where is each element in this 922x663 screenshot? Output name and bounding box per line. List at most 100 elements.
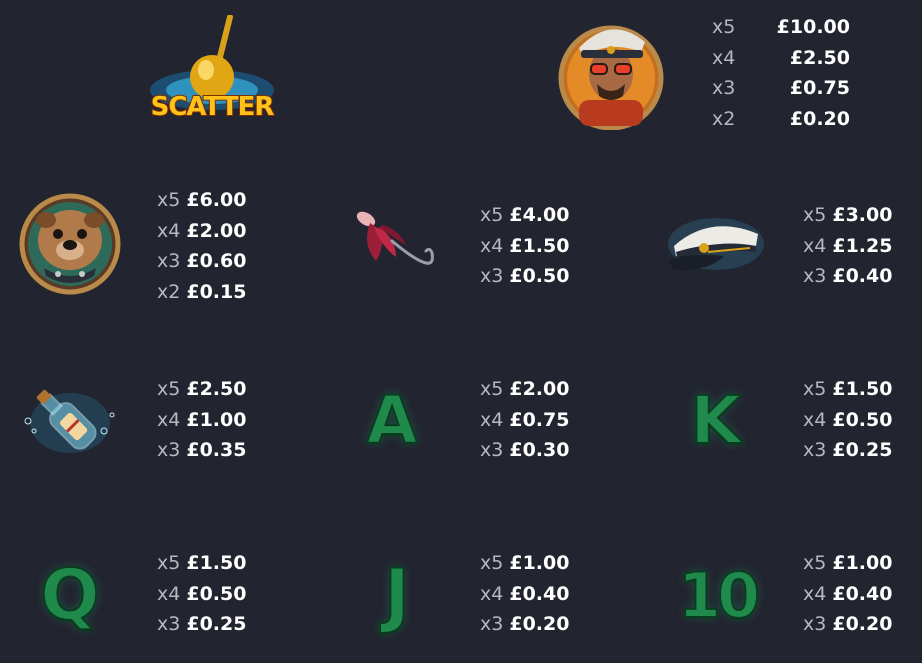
pay-row: x4 £1.25 xyxy=(803,231,892,262)
payout: £0.20 xyxy=(509,613,570,635)
payout: £0.60 xyxy=(186,250,247,272)
multiplier: x5 xyxy=(157,189,181,211)
pay-row: x5 £1.00 xyxy=(803,548,892,579)
pay-row: x4 £0.75 xyxy=(480,405,569,436)
ten-paytable: x5 £1.00 x4 £0.40 x3 £0.20 xyxy=(803,548,892,640)
multiplier: x5 xyxy=(803,378,827,400)
payout: £0.35 xyxy=(186,439,247,461)
captain-hat-icon xyxy=(668,218,764,271)
bottle-symbol xyxy=(20,375,122,465)
pay-row: x3 £0.25 xyxy=(803,435,892,466)
payout: £1.00 xyxy=(832,552,893,574)
pay-row: x3 £0.30 xyxy=(480,435,569,466)
pay-row: x4 £0.50 xyxy=(803,405,892,436)
payout: £0.25 xyxy=(186,613,247,635)
multiplier: x4 xyxy=(157,219,181,242)
multiplier: x4 xyxy=(480,582,504,605)
pay-row: x5 £1.50 xyxy=(157,548,246,579)
pay-row: x2 £0.20 xyxy=(712,104,850,135)
multiplier: x4 xyxy=(803,408,827,431)
multiplier: x5 xyxy=(480,552,504,574)
payout: £4.00 xyxy=(509,204,570,226)
letter-q-symbol: Q xyxy=(39,553,101,637)
payout: £0.25 xyxy=(832,439,893,461)
multiplier: x5 xyxy=(803,204,827,226)
pay-row: x5 £10.00 xyxy=(712,12,850,43)
payout: £2.00 xyxy=(509,378,570,400)
pay-row: x4 £2.50 xyxy=(712,43,850,74)
payout: £2.50 xyxy=(186,378,247,400)
pay-row: x3 £0.60 xyxy=(157,246,246,277)
payout: £1.50 xyxy=(186,552,247,574)
k-paytable: x5 £1.50 x4 £0.50 x3 £0.25 xyxy=(803,374,892,466)
cap-paytable: x5 £3.00 x4 £1.25 x3 £0.40 xyxy=(803,200,892,292)
payout: £0.20 xyxy=(832,613,893,635)
lure-paytable: x5 £4.00 x4 £1.50 x3 £0.50 xyxy=(480,200,569,292)
pay-row: x4 £0.40 xyxy=(803,579,892,610)
multiplier: x5 xyxy=(712,16,736,38)
bulldog-icon xyxy=(19,193,121,295)
multiplier: x3 xyxy=(480,613,504,635)
multiplier: x4 xyxy=(157,582,181,605)
bulldog-paytable: x5 £6.00 x4 £2.00 x3 £0.60 x2 £0.15 xyxy=(157,185,246,307)
captain-icon xyxy=(558,25,664,131)
payout: £0.30 xyxy=(509,439,570,461)
multiplier: x4 xyxy=(480,408,504,431)
scatter-symbol: SCATTER xyxy=(140,14,285,130)
message-bottle-icon xyxy=(24,389,115,453)
multiplier: x4 xyxy=(803,234,827,257)
payout: £0.50 xyxy=(509,265,570,287)
captain-symbol xyxy=(557,12,665,131)
pay-row: x5 £3.00 xyxy=(803,200,892,231)
multiplier: x4 xyxy=(480,234,504,257)
multiplier: x5 xyxy=(157,552,181,574)
multiplier: x4 xyxy=(712,46,736,69)
fishing-lure-icon xyxy=(356,211,434,265)
pay-row: x3 £0.40 xyxy=(803,261,892,292)
payout: £0.50 xyxy=(832,408,893,431)
payout: £0.40 xyxy=(832,582,893,605)
captain-paytable: x5 £10.00 x4 £2.50 x3 £0.75 x2 £0.20 xyxy=(712,12,850,134)
multiplier: x5 xyxy=(480,204,504,226)
multiplier: x2 xyxy=(157,280,181,303)
multiplier: x4 xyxy=(803,582,827,605)
payout: £6.00 xyxy=(186,189,247,211)
payout: £1.50 xyxy=(832,378,893,400)
pay-row: x4 £0.50 xyxy=(157,579,246,610)
payout: £10.00 xyxy=(776,16,850,38)
payout: £0.20 xyxy=(789,107,850,130)
payout: £2.00 xyxy=(186,219,247,242)
multiplier: x3 xyxy=(803,439,827,461)
multiplier: x4 xyxy=(157,408,181,431)
pay-row: x5 £1.00 xyxy=(480,548,569,579)
payout: £1.25 xyxy=(832,234,893,257)
letter-a-symbol: A xyxy=(365,381,418,460)
pay-row: x3 £0.35 xyxy=(157,435,246,466)
j-paytable: x5 £1.00 x4 £0.40 x3 £0.20 xyxy=(480,548,569,640)
pay-row: x4 £1.00 xyxy=(157,405,246,436)
payout: £0.15 xyxy=(186,280,247,303)
multiplier: x5 xyxy=(803,552,827,574)
lure-symbol xyxy=(352,205,436,285)
payout: £0.75 xyxy=(509,408,570,431)
pay-row: x5 £6.00 xyxy=(157,185,246,216)
pay-row: x5 £2.00 xyxy=(480,374,569,405)
pay-row: x3 £0.75 xyxy=(712,73,850,104)
payout: £1.00 xyxy=(509,552,570,574)
cap-symbol xyxy=(664,210,766,276)
q-paytable: x5 £1.50 x4 £0.50 x3 £0.25 xyxy=(157,548,246,640)
multiplier: x3 xyxy=(803,265,827,287)
a-paytable: x5 £2.00 x4 £0.75 x3 £0.30 xyxy=(480,374,569,466)
pay-row: x4 £0.40 xyxy=(480,579,569,610)
multiplier: x3 xyxy=(480,439,504,461)
pay-row: x4 £1.50 xyxy=(480,231,569,262)
payout: £0.75 xyxy=(789,77,850,99)
multiplier: x5 xyxy=(157,378,181,400)
float-bobber-icon: SCATTER xyxy=(150,14,276,123)
multiplier: x3 xyxy=(157,613,181,635)
pay-row: x5 £4.00 xyxy=(480,200,569,231)
pay-row: x2 £0.15 xyxy=(157,277,246,308)
multiplier: x3 xyxy=(803,613,827,635)
payout: £1.00 xyxy=(186,408,247,431)
pay-row: x3 £0.50 xyxy=(480,261,569,292)
